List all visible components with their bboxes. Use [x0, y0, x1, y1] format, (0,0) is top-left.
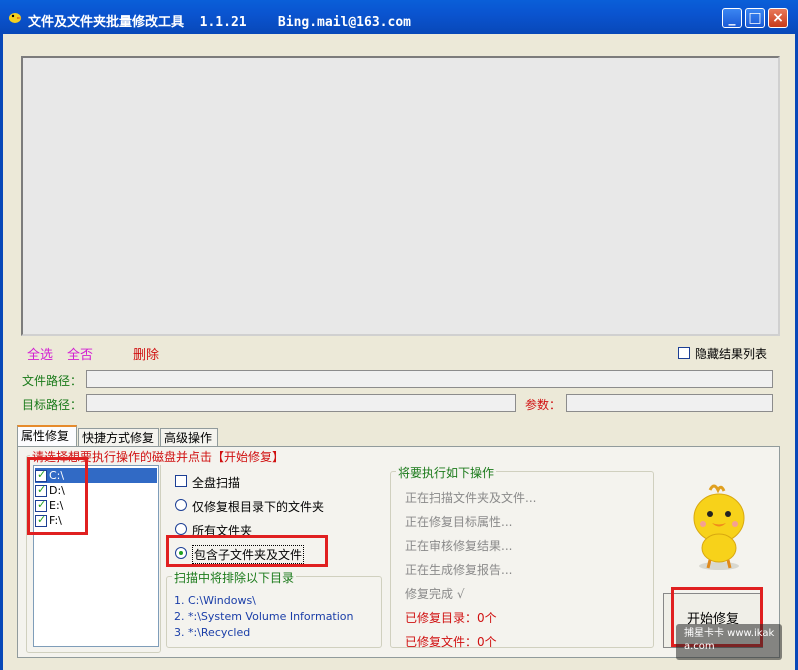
operations-legend: 将要执行如下操作 [396, 464, 497, 481]
results-list[interactable] [21, 56, 780, 336]
minimize-icon: _ [728, 10, 736, 26]
include-subs-highlight [166, 535, 328, 567]
operation-step: 正在生成修复报告... [405, 563, 513, 577]
drives-highlight [27, 457, 88, 535]
full-scan-label: 全盘扫描 [192, 476, 241, 490]
tab-shortcut-fix[interactable]: 快捷方式修复 [78, 428, 159, 447]
maximize-icon: □ [748, 10, 762, 26]
target-path-label: 目标路径： [22, 398, 83, 412]
root-only-radio[interactable] [175, 499, 187, 511]
tab-advanced[interactable]: 高级操作 [160, 428, 218, 447]
params-input[interactable] [566, 394, 773, 412]
close-button[interactable]: × [768, 8, 788, 28]
params-label: 参数： [525, 398, 562, 412]
tab-attribute-fix[interactable]: 属性修复 [17, 425, 77, 447]
duck-mascot-icon [688, 482, 750, 572]
all-folders-radio[interactable] [175, 523, 187, 535]
watermark-text: 捕星卡卡 www.ikaka.com [684, 628, 775, 652]
delete-link[interactable]: 删除 [133, 344, 159, 363]
target-path-input[interactable] [86, 394, 516, 412]
select-all-link[interactable]: 全选 [27, 344, 53, 363]
title-bar: 文件及文件夹批量修改工具 1.1.21 Bing.mail@163.com _ … [0, 0, 798, 34]
app-icon [7, 10, 23, 24]
exclude-legend: 扫描中将排除以下目录 [172, 569, 297, 586]
window-title: 文件及文件夹批量修改工具 1.1.21 Bing.mail@163.com [28, 15, 411, 30]
operation-step: 正在审核修复结果... [405, 539, 513, 553]
select-none-link[interactable]: 全否 [67, 344, 93, 363]
maximize-button[interactable]: □ [745, 8, 765, 28]
hide-results-label: 隐藏结果列表 [695, 347, 768, 361]
minimize-button[interactable]: _ [722, 8, 742, 28]
operation-step: 修复完成 √ [405, 587, 465, 601]
close-icon: × [772, 10, 784, 26]
root-only-label: 仅修复根目录下的文件夹 [192, 500, 325, 514]
exclude-item: 1. C:\Windows\ [174, 594, 256, 607]
fixed-dirs-count: 已修复目录：0个 [405, 611, 497, 625]
exclude-item: 2. *:\System Volume Information [174, 610, 354, 623]
file-path-input[interactable] [86, 370, 773, 388]
operation-step: 正在扫描文件夹及文件... [405, 491, 537, 505]
exclude-item: 3. *:\Recycled [174, 626, 251, 639]
hide-results-checkbox[interactable] [678, 347, 690, 359]
operation-step: 正在修复目标属性... [405, 515, 513, 529]
fixed-files-count: 已修复文件：0个 [405, 635, 497, 649]
file-path-label: 文件路径： [22, 374, 83, 388]
full-scan-checkbox[interactable] [175, 475, 187, 487]
